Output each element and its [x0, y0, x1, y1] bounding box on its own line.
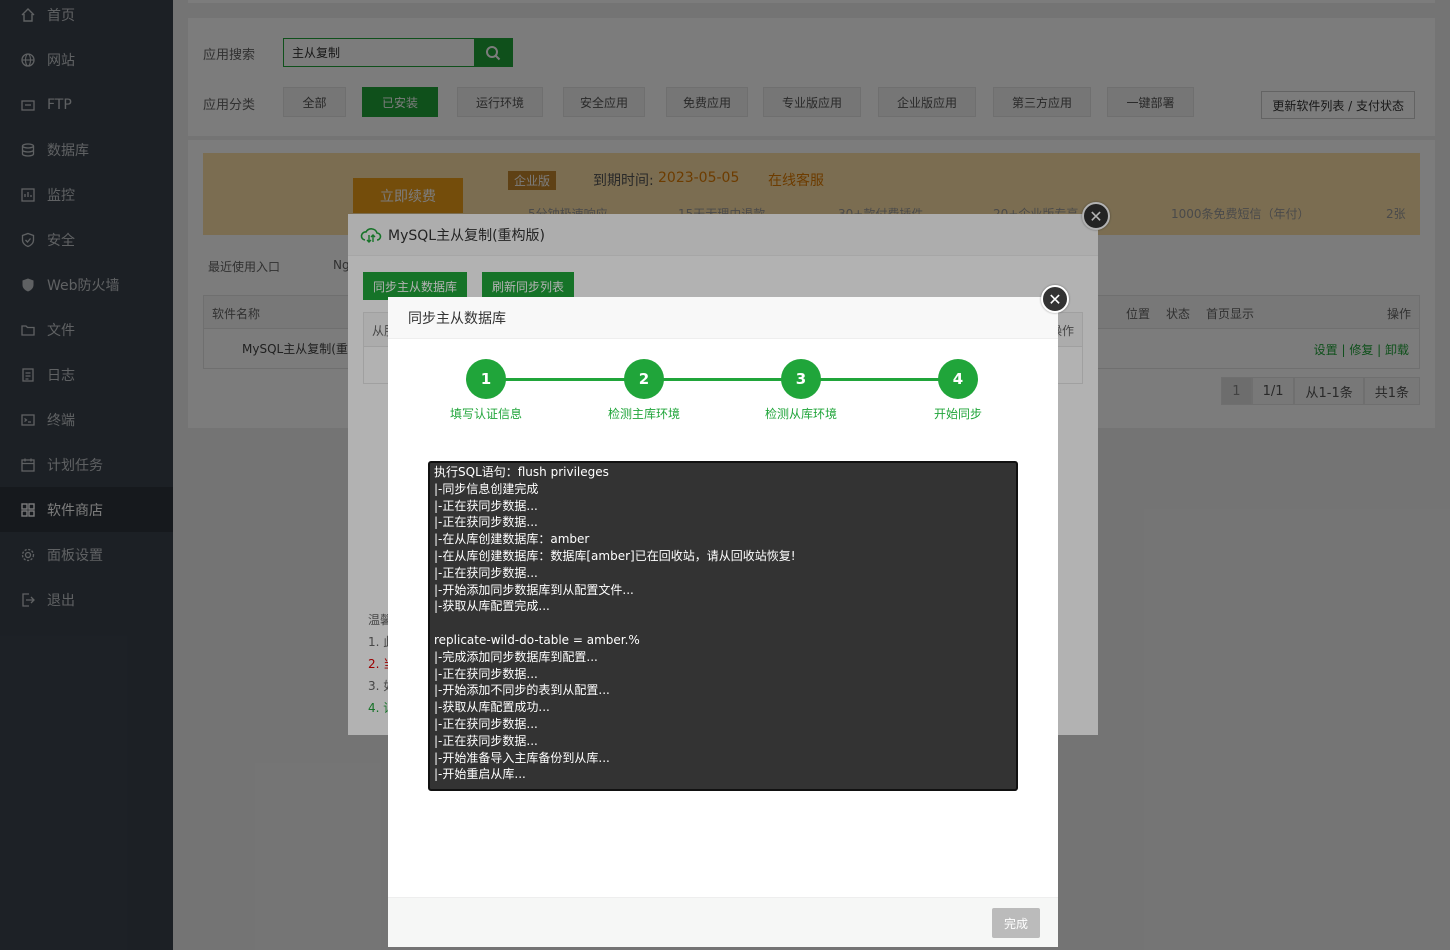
sync-log-console[interactable]: 执行SQL语句：flush privileges |-同步信息创建完成 |-正在获同…: [428, 461, 1018, 791]
close-dialog2-button[interactable]: ✕: [1041, 285, 1069, 313]
step-3: 3 检测从库环境: [746, 359, 856, 422]
step-number: 3: [781, 359, 821, 399]
log-line: |-正在获同步数据...: [434, 716, 538, 731]
log-line: |-正在获同步数据...: [434, 733, 538, 748]
log-line: |-正在获同步数据...: [434, 666, 538, 681]
close-icon: ✕: [1048, 289, 1062, 309]
log-line: |-开始重启从库...: [434, 767, 526, 782]
step-label: 开始同步: [933, 407, 982, 421]
log-line: |-在从库创建数据库：数据库[amber]已在回收站，请从回收站恢复!: [434, 548, 796, 563]
step-number: 4: [938, 359, 978, 399]
step-number: 1: [466, 359, 506, 399]
log-line: |-开始准备导入主库备份到从库...: [434, 750, 610, 765]
step-line: [486, 378, 958, 381]
step-4: 4 开始同步: [903, 359, 1013, 422]
log-line: |-完成添加同步数据库到配置...: [434, 649, 598, 664]
done-button[interactable]: 完成: [992, 908, 1040, 938]
step-label: 检测从库环境: [764, 407, 837, 421]
step-label: 填写认证信息: [449, 407, 522, 421]
log-line: |-获取从库配置成功...: [434, 700, 550, 715]
sync-database-dialog: 同步主从数据库 1 填写认证信息 2 检测主库环境 3 检测从库环境 4 开始同…: [388, 297, 1058, 947]
log-line: |-开始添加不同步的表到从配置...: [434, 683, 610, 698]
log-line: |-同步信息创建完成: [434, 481, 539, 496]
log-line: |-在从库创建数据库：amber: [434, 532, 590, 547]
dialog2-footer: 完成: [388, 897, 1058, 947]
step-progress: 1 填写认证信息 2 检测主库环境 3 检测从库环境 4 开始同步: [388, 359, 1058, 429]
step-2: 2 检测主库环境: [589, 359, 699, 422]
dialog2-title: 同步主从数据库: [388, 297, 1058, 339]
step-label: 检测主库环境: [607, 407, 680, 421]
log-line: |-开始添加同步数据库到从配置文件...: [434, 582, 634, 597]
log-line: |-正在获同步数据...: [434, 515, 538, 530]
log-line: |-正在获同步数据...: [434, 565, 538, 580]
log-line: |-正在获同步数据...: [434, 498, 538, 513]
log-line: replicate-wild-do-table = amber.%: [434, 632, 640, 647]
step-number: 2: [624, 359, 664, 399]
log-line: |-获取从库配置完成...: [434, 599, 550, 614]
step-1: 1 填写认证信息: [431, 359, 541, 422]
log-line: 执行SQL语句：flush privileges: [434, 465, 609, 479]
